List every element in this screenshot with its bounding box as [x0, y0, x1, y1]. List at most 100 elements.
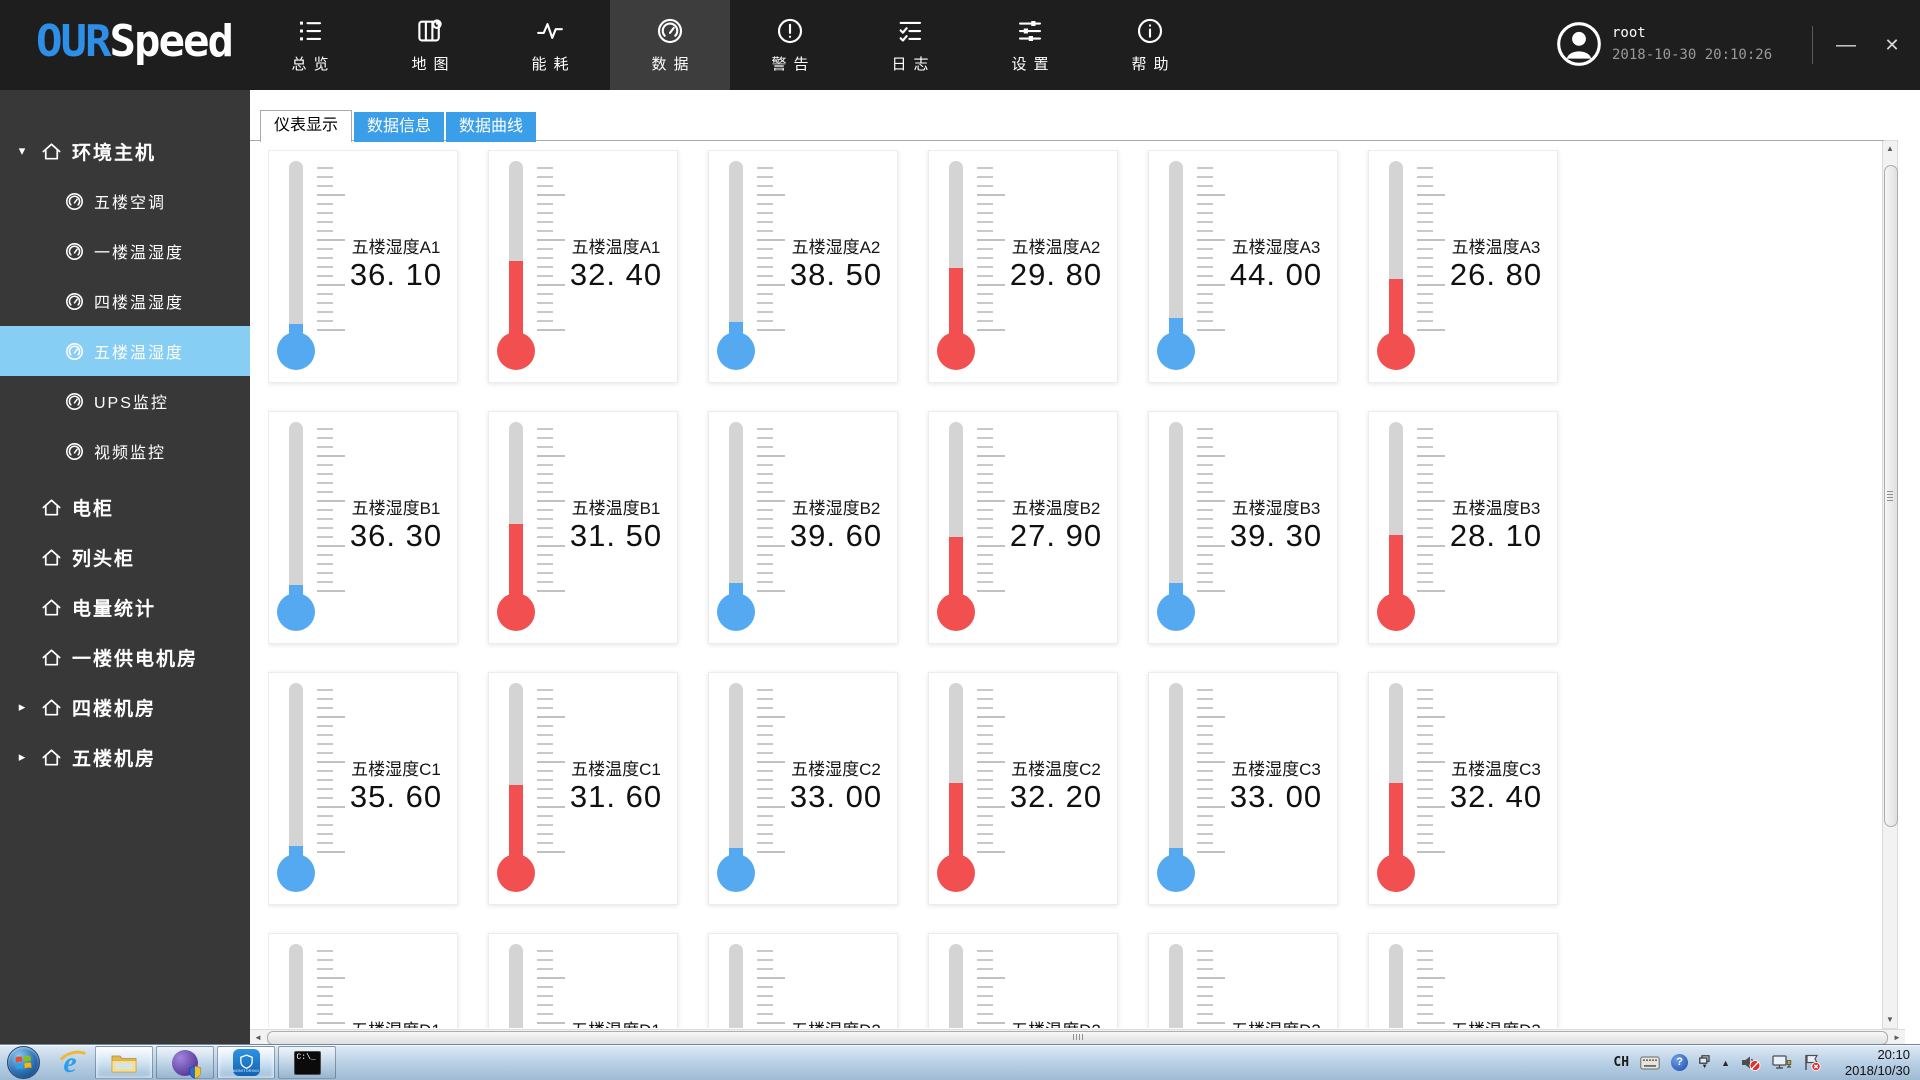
nav-icon [655, 16, 685, 46]
volume-muted-icon[interactable] [1741, 1054, 1761, 1071]
language-indicator[interactable]: CH [1613, 1055, 1629, 1070]
gauge-card-7: 五楼湿度B1 36. 30 [268, 411, 458, 644]
horizontal-scrollbar: ◄ ► [250, 1029, 1905, 1045]
folder-icon [111, 1055, 137, 1072]
gauge-value: 32. 20 [1009, 779, 1103, 814]
nav-item-map[interactable]: 地图 [370, 0, 490, 90]
close-button[interactable]: ✕ [1872, 26, 1912, 66]
nav-item-energy[interactable]: 能耗 [490, 0, 610, 90]
gauge-label: 五楼温度B1 [571, 499, 661, 518]
nav-item-help[interactable]: 帮助 [1090, 0, 1210, 90]
gauge-card-18: 五楼温度C3 32. 40 [1368, 672, 1558, 905]
sidebar-item-lietougui[interactable]: 列头柜 [0, 532, 250, 582]
thermometer-scale-ticks [1197, 428, 1225, 599]
topbar-nav: 总览 地图 能耗 数据 警告 日志 设置 帮助 [250, 0, 1210, 90]
nav-item-log[interactable]: 日志 [850, 0, 970, 90]
gauge-card-5: 五楼湿度A3 44. 00 [1148, 150, 1338, 383]
sidebar-caret-icon: ▸ [18, 699, 26, 714]
show-hidden-icons-button[interactable]: ▲ [1721, 1058, 1730, 1068]
scroll-down-button[interactable]: ▼ [1883, 1012, 1897, 1028]
gauge-label: 五楼温度C2 [1011, 760, 1101, 779]
sidebar-item-wulou-wenshidu[interactable]: 五楼温湿度 [0, 326, 250, 376]
gauge-card-10: 五楼温度B2 27. 90 [928, 411, 1118, 644]
user-box: root 2018-10-30 20:10:26 [1556, 21, 1772, 67]
nav-icon [415, 16, 445, 46]
tab-label: 仪表显示 [274, 117, 339, 134]
purple-app-icon [172, 1049, 201, 1079]
taskbar-cmd-button[interactable]: C:\_ [278, 1046, 336, 1079]
sidebar-item-wulou-jifang[interactable]: ▸ 五楼机房 [0, 732, 250, 782]
nav-item-alert[interactable]: 警告 [730, 0, 850, 90]
scroll-left-button[interactable]: ◄ [250, 1030, 266, 1045]
taskbar-ie-button[interactable]: e [48, 1046, 92, 1079]
gauge-card-15: 五楼湿度C2 33. 00 [708, 672, 898, 905]
sidebar-item-wulou-kongtiao[interactable]: 五楼空调 [0, 176, 250, 226]
taskbar-explorer-button[interactable] [95, 1046, 153, 1079]
sidebar-item-silou-jifang[interactable]: ▸ 四楼机房 [0, 682, 250, 732]
sidebar-item-label: 电量统计 [72, 598, 157, 620]
nav-item-label: 总览 [291, 56, 336, 73]
vertical-scroll-thumb[interactable] [1884, 165, 1898, 827]
thermometer-scale-ticks [537, 950, 565, 1028]
tab-strip: 仪表显示 数据信息 数据曲线 [260, 110, 538, 142]
tray-window-icon[interactable]: ▼ [1699, 1055, 1710, 1070]
nav-item-data[interactable]: 数据 [610, 0, 730, 90]
gauge-value: 36. 30 [349, 518, 443, 553]
thermometer-scale-ticks [1197, 167, 1225, 338]
nav-icon [775, 16, 805, 46]
tab-1[interactable]: 仪表显示 [260, 110, 353, 142]
sidebar-item-icon [40, 746, 63, 769]
thermometer-tube [949, 161, 963, 346]
sidebar-item-diangui[interactable]: 电柜 [0, 482, 250, 532]
thermometer-bulb [277, 854, 315, 892]
sidebar-item-ups-jiankong[interactable]: UPS监控 [0, 376, 250, 426]
gauge-label: 五楼温度A3 [1451, 238, 1541, 257]
thermometer-bulb [1377, 593, 1415, 631]
thermometer-bulb [1157, 854, 1195, 892]
clock-date: 2018/10/30 [1844, 1062, 1910, 1078]
gauge-label: 五楼温度D2 [999, 1016, 1113, 1028]
sidebar-item-huanjing-zhuji[interactable]: ▾ 环境主机 [0, 126, 250, 176]
gauge-value: 38. 50 [789, 257, 883, 292]
sidebar-item-silou-wenshidu[interactable]: 四楼温湿度 [0, 276, 250, 326]
taskbar-monitoring-app-button[interactable]: MONITORING [217, 1046, 275, 1079]
gauge-value: 29. 80 [1009, 257, 1103, 292]
nav-icon [295, 16, 325, 46]
sidebar-item-yilou-gongdian-jifang[interactable]: 一楼供电机房 [0, 632, 250, 682]
nav-item-settings[interactable]: 设置 [970, 0, 1090, 90]
taskbar-shield-app-button[interactable] [156, 1046, 214, 1079]
user-avatar-icon[interactable] [1556, 21, 1602, 67]
nav-item-overview[interactable]: 总览 [250, 0, 370, 90]
tab-2[interactable]: 数据信息 [354, 112, 445, 142]
gauge-label: 五楼湿度B3 [1231, 499, 1321, 518]
close-icon: ✕ [1884, 35, 1900, 55]
network-icon[interactable] [1772, 1054, 1792, 1071]
gauge-label: 五楼湿度A3 [1231, 238, 1321, 257]
thermometer-tube [289, 422, 303, 607]
start-button[interactable] [7, 1046, 40, 1079]
gauge-label: 五楼温度B2 [1011, 499, 1101, 518]
sidebar-item-shipin-jiankong[interactable]: 视频监控 [0, 426, 250, 476]
sidebar-item-icon [40, 596, 63, 619]
action-center-flag-icon[interactable] [1803, 1054, 1821, 1071]
tray-help-icon[interactable]: ? [1671, 1054, 1689, 1071]
gauge-value: 44. 00 [1229, 257, 1323, 292]
thermometer-scale-ticks [1417, 167, 1445, 338]
keyboard-icon[interactable] [1640, 1056, 1660, 1070]
thermometer-scale-ticks [1417, 689, 1445, 860]
minimize-button[interactable]: — [1826, 26, 1866, 66]
thermometer-bulb [1377, 854, 1415, 892]
scroll-up-button[interactable]: ▲ [1883, 141, 1897, 157]
scroll-right-button[interactable]: ► [1889, 1030, 1905, 1045]
thermometer-tube [949, 683, 963, 868]
gauge-label: 五楼温度C3 [1451, 760, 1541, 779]
tab-3[interactable]: 数据曲线 [446, 112, 537, 142]
sidebar-item-yilou-wenshidu[interactable]: 一楼温湿度 [0, 226, 250, 276]
taskbar-clock[interactable]: 20:10 2018/10/30 [1832, 1047, 1910, 1079]
cmd-prompt-text: C:\_ [296, 1052, 316, 1062]
sidebar-item-dianliang-tongji[interactable]: 电量统计 [0, 582, 250, 632]
thermometer-tube [1169, 422, 1183, 607]
gauge-card-8: 五楼温度B1 31. 50 [488, 411, 678, 644]
horizontal-scroll-thumb[interactable] [267, 1031, 1888, 1045]
gauge-value: 33. 00 [1229, 779, 1323, 814]
